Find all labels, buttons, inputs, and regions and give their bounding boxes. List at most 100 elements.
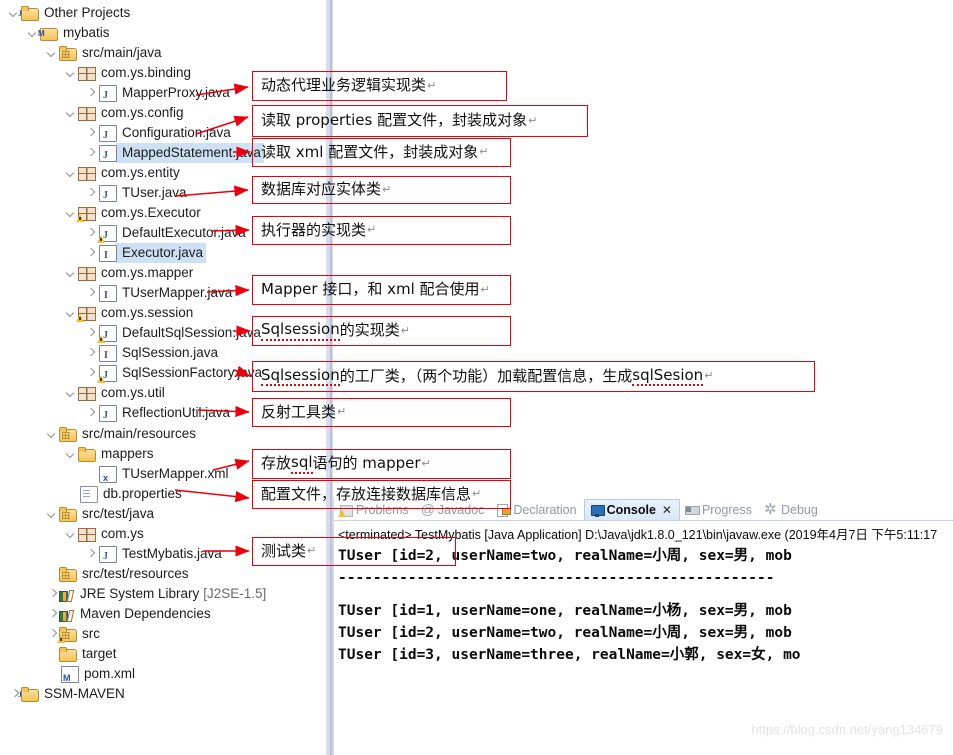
blog-watermark: https://blog.csdn.net/yang134679 — [751, 722, 943, 737]
tree-item-maven-dependencies[interactable]: Maven Dependencies — [46, 604, 211, 624]
chevron-right-icon[interactable] — [84, 183, 97, 203]
progress-icon — [684, 503, 700, 517]
tree-item-label: src/test/java — [82, 506, 155, 521]
tree-item-mappers[interactable]: mappers — [65, 444, 154, 464]
tree-item-label: TUser.java — [122, 185, 187, 200]
java-file-icon — [99, 145, 117, 166]
pom-file-icon — [61, 666, 79, 688]
chevron-down-icon[interactable] — [65, 383, 78, 403]
chevron-right-icon[interactable] — [84, 544, 97, 564]
anno-defaultexecutor: 执行器的实现类 ↵ — [252, 216, 511, 245]
tree-item-com-ys-mapper[interactable]: com.ys.mapper — [65, 263, 193, 283]
chevron-down-icon[interactable] — [65, 524, 78, 544]
tab-progress[interactable]: Progress — [680, 499, 759, 520]
tree-item-label: DefaultExecutor.java — [122, 225, 246, 240]
tree-item-tusermapper-xml[interactable]: TUserMapper.xml — [84, 464, 229, 488]
chevron-right-icon[interactable] — [84, 343, 97, 363]
package-icon — [78, 387, 96, 401]
tree-item-mapperproxy-java[interactable]: MapperProxy.java — [84, 83, 230, 106]
chevron-down-icon[interactable] — [46, 424, 59, 444]
tree-item-ssm-maven[interactable]: SSM-MAVEN — [8, 684, 125, 705]
tree-item-testmybatis-java[interactable]: TestMybatis.java — [84, 544, 222, 567]
tree-item-label: Other Projects — [44, 5, 131, 20]
tree-item-src-test-java[interactable]: src/test/java — [46, 504, 154, 524]
tab-debug[interactable]: Debug — [759, 499, 825, 520]
console-line: TUser [id=2, userName=two, realName=小周, … — [338, 625, 792, 641]
tree-item-mappedstatement-java[interactable]: MappedStatement.java — [84, 143, 261, 166]
chevron-down-icon[interactable] — [65, 63, 78, 83]
tree-item-reflectionutil-java[interactable]: ReflectionUtil.java — [84, 403, 231, 426]
tree-item-src-main-resources[interactable]: src/main/resources — [46, 424, 196, 444]
tree-item-sqlsessionfactory-java[interactable]: SqlSessionFactory.java — [84, 363, 262, 386]
twisty-placeholder — [46, 564, 59, 584]
java-file-warning-icon — [97, 325, 117, 346]
anno-mappedstatement: 读取 xml 配置文件，封装成对象 ↵ — [252, 138, 511, 167]
tree-item-jre-system-library[interactable]: JRE System Library [J2SE-1.5] — [46, 584, 266, 604]
paragraph-mark-icon: ↵ — [427, 78, 437, 92]
java-project-folder-icon — [18, 685, 39, 705]
chevron-down-icon[interactable] — [65, 444, 78, 464]
tree-item-defaultexecutor-java[interactable]: DefaultExecutor.java — [84, 223, 246, 246]
tree-item-tusermapper-java[interactable]: TUserMapper.java — [84, 283, 232, 306]
tree-item-com-ys-executor[interactable]: com.ys.Executor — [65, 203, 201, 223]
chevron-right-icon[interactable] — [46, 584, 59, 604]
chevron-right-icon[interactable] — [84, 143, 97, 163]
tree-item-com-ys-config[interactable]: com.ys.config — [65, 103, 184, 123]
plain-folder-icon — [78, 447, 96, 462]
chevron-right-icon[interactable] — [84, 363, 97, 383]
source-folder-icon — [59, 567, 77, 582]
chevron-down-icon[interactable] — [65, 263, 78, 283]
java-file-warning-icon — [97, 365, 117, 386]
tree-item-src-test-resources[interactable]: src/test/resources — [46, 564, 189, 584]
chevron-right-icon[interactable] — [84, 403, 97, 423]
tree-item-target[interactable]: target — [46, 644, 117, 664]
chevron-right-icon[interactable] — [46, 604, 59, 624]
tree-item-configuration-java[interactable]: Configuration.java — [84, 123, 231, 146]
tree-item-tuser-java[interactable]: TUser.java — [84, 183, 187, 206]
console-line: TUser [id=1, userName=one, realName=小杨, … — [338, 603, 792, 619]
tree-item-defaultsqlsession-java[interactable]: DefaultSqlSession.java — [84, 323, 261, 346]
tree-item-mybatis[interactable]: mybatis — [27, 23, 110, 44]
chevron-down-icon[interactable] — [46, 43, 59, 63]
chevron-down-icon[interactable] — [65, 163, 78, 183]
chevron-right-icon[interactable] — [84, 323, 97, 343]
tree-item-other-projects[interactable]: Other Projects — [8, 3, 131, 24]
chevron-right-icon[interactable] — [84, 243, 97, 263]
properties-file-icon — [80, 486, 98, 503]
tab-label: Declaration — [513, 502, 577, 517]
java-interface-icon — [99, 245, 117, 266]
tree-item-label: MapperProxy.java — [122, 85, 230, 100]
chevron-down-icon[interactable] — [65, 103, 78, 123]
anno-configuration: 读取 properties 配置文件，封装成对象 ↵ — [252, 105, 588, 137]
package-warning-icon — [76, 307, 96, 322]
chevron-right-icon[interactable] — [84, 223, 97, 243]
tree-item-label: com.ys.binding — [101, 65, 192, 80]
tree-item-com-ys[interactable]: com.ys — [65, 524, 144, 544]
close-icon[interactable]: ✕ — [659, 503, 672, 517]
tree-item-com-ys-util[interactable]: com.ys.util — [65, 383, 165, 403]
java-file-icon — [99, 546, 117, 567]
tree-item-label: DefaultSqlSession.java — [122, 325, 261, 340]
annotation-text-mid: 的工厂类，（两个功能）加载配置信息，生成 — [339, 366, 633, 385]
xml-file-icon — [99, 466, 117, 488]
tree-item-com-ys-session[interactable]: com.ys.session — [65, 303, 193, 323]
tree-item-src-main-java[interactable]: src/main/java — [46, 43, 162, 63]
console-line: TUser [id=3, userName=three, realName=小郭… — [338, 647, 801, 663]
chevron-down-icon[interactable] — [46, 504, 59, 524]
debug-icon — [764, 500, 778, 518]
tab-console[interactable]: Console ✕ — [583, 499, 680, 520]
package-icon — [78, 167, 96, 181]
tree-item-com-ys-binding[interactable]: com.ys.binding — [65, 63, 191, 83]
chevron-right-icon[interactable] — [84, 283, 97, 303]
paragraph-mark-icon: ↵ — [480, 282, 490, 296]
tree-item-executor-java[interactable]: Executor.java — [84, 243, 204, 266]
chevron-right-icon[interactable] — [84, 83, 97, 103]
tree-item-db-properties[interactable]: db.properties — [65, 484, 182, 504]
tree-item-pom-xml[interactable]: pom.xml — [46, 664, 135, 688]
tree-item-src[interactable]: src — [46, 624, 100, 644]
tree-item-label: ReflectionUtil.java — [122, 405, 231, 420]
tree-item-com-ys-entity[interactable]: com.ys.entity — [65, 163, 180, 183]
tree-item-sqlsession-java[interactable]: SqlSession.java — [84, 343, 218, 366]
tree-item-label: com.ys.Executor — [101, 205, 201, 220]
chevron-right-icon[interactable] — [84, 123, 97, 143]
